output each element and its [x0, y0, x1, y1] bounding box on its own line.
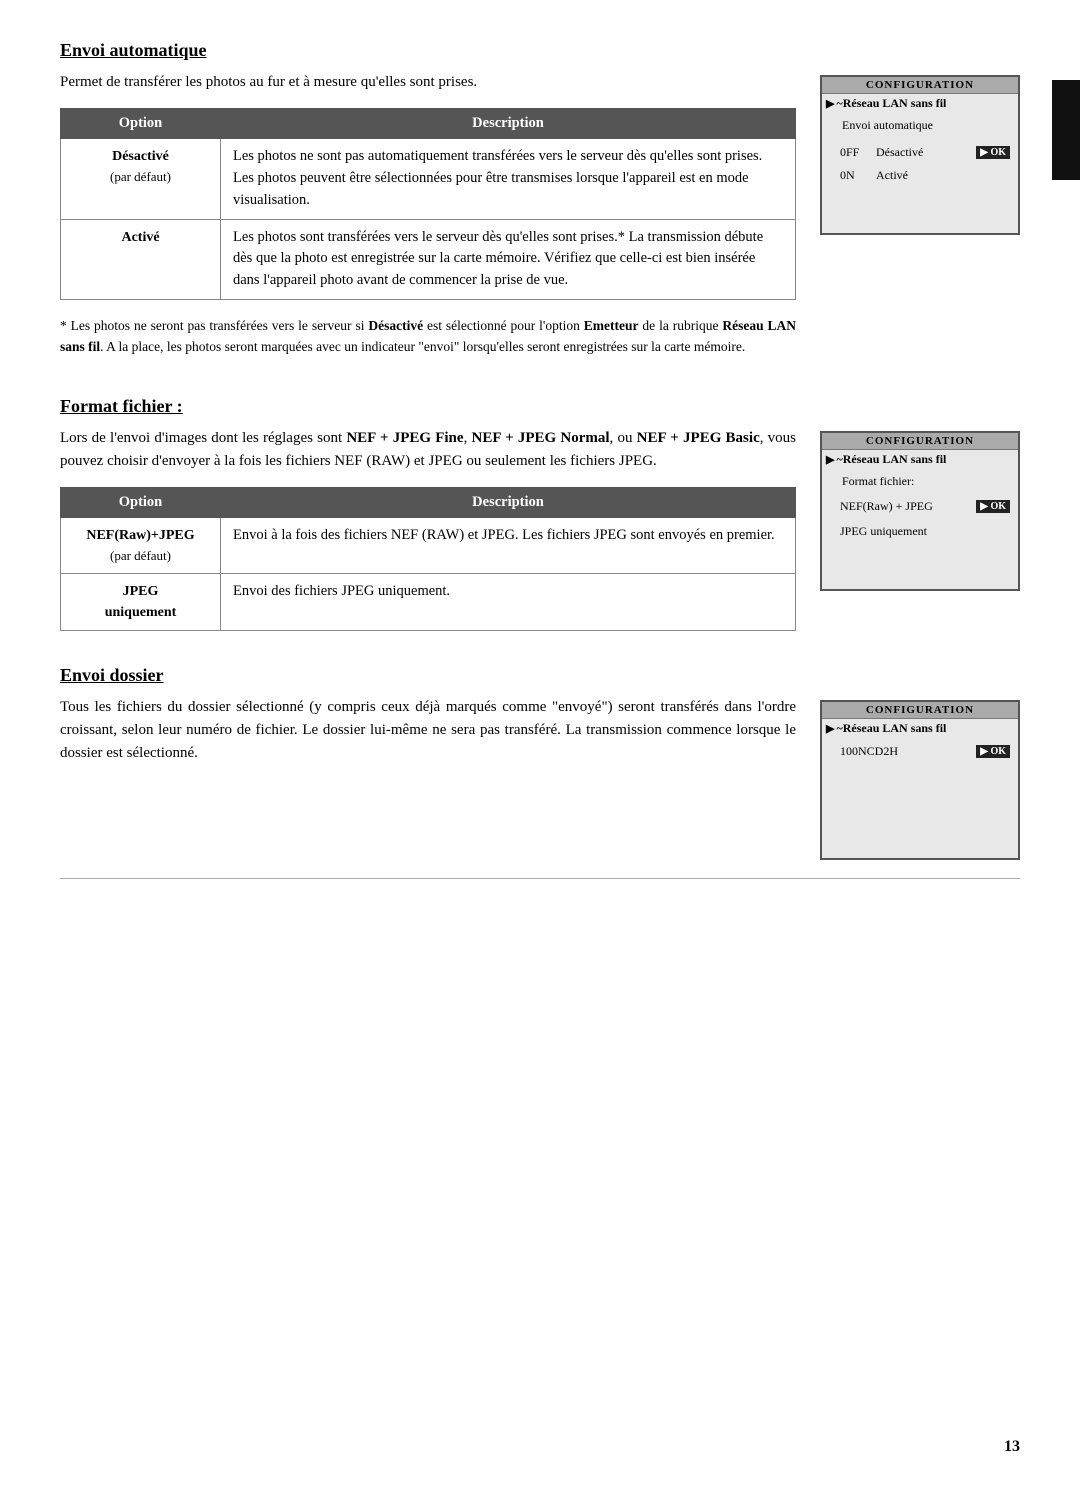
table-header-description-2: Description: [221, 488, 796, 518]
cs-option-on: 0N Activé: [822, 166, 1018, 185]
cs-wifi-2: ▶ ~Réseau LAN sans fil: [822, 450, 1018, 469]
section-envoi-automatique: Envoi automatique Permet de transférer l…: [60, 40, 1020, 378]
dossier-intro-text: Tous les fichiers du dossier sélectionné…: [60, 696, 796, 766]
section-envoi-dossier: Envoi dossier Tous les fichiers du dossi…: [60, 665, 1020, 860]
cs-title-1: Configuration: [822, 77, 1018, 94]
cs-menu-label-2: Format fichier:: [822, 469, 1018, 493]
cs-wifi-3: ▶ ~Réseau LAN sans fil: [822, 719, 1018, 738]
cs-ok-badge-2: ▶ OK: [976, 500, 1010, 513]
cs-wifi-1: ▶ ~Réseau LAN sans fil: [822, 94, 1018, 113]
table-header-description: Description: [221, 109, 796, 139]
section-text-envoi-auto: Permet de transférer les photos au fur e…: [60, 71, 796, 378]
cs-value-nef: NEF(Raw) + JPEG: [840, 499, 972, 514]
page-number: 13: [1004, 1438, 1020, 1456]
cs-ok-badge-3: ▶ OK: [976, 745, 1010, 758]
cs-arrow-icon-2: ▶: [826, 453, 834, 466]
camera-screen-format: Configuration ▶ ~Réseau LAN sans fil For…: [820, 427, 1020, 591]
cs-value-jpeg: JPEG uniquement: [840, 524, 1010, 539]
section-title-format: Format fichier :: [60, 396, 1020, 417]
camera-display-3: Configuration ▶ ~Réseau LAN sans fil 100…: [820, 700, 1020, 860]
cs-value-active: Activé: [876, 168, 1010, 183]
cs-title-2: Configuration: [822, 433, 1018, 450]
cs-wifi-label-3: ~Réseau LAN sans fil: [836, 721, 946, 736]
cs-title-3: Configuration: [822, 702, 1018, 719]
description-active: Les photos sont transférées vers le serv…: [221, 219, 796, 299]
description-nef-jpeg: Envoi à la fois des fichiers NEF (RAW) e…: [221, 518, 796, 574]
envoi-auto-intro-text: Permet de transférer les photos au fur e…: [60, 71, 796, 94]
description-jpeg-only: Envoi des fichiers JPEG uniquement.: [221, 573, 796, 630]
cs-option-jpeg-only-screen: JPEG uniquement: [822, 522, 1018, 541]
side-tab: [1052, 80, 1080, 180]
option-nef-jpeg: NEF(Raw)+JPEG (par défaut): [61, 518, 221, 574]
section-title-envoi-auto: Envoi automatique: [60, 40, 1020, 61]
cs-option-nef-raw: NEF(Raw) + JPEG ▶ OK: [822, 497, 1018, 516]
camera-screen-envoi-auto: Configuration ▶ ~Réseau LAN sans fil Env…: [820, 71, 1020, 235]
camera-screen-dossier: Configuration ▶ ~Réseau LAN sans fil 100…: [820, 696, 1020, 860]
section-text-format: Lors de l'envoi d'images dont les réglag…: [60, 427, 796, 647]
table-row: NEF(Raw)+JPEG (par défaut) Envoi à la fo…: [61, 518, 796, 574]
cs-key-on: 0N: [840, 168, 876, 183]
cs-menu-label-1: Envoi automatique: [822, 113, 1018, 137]
cs-value-desactive: Désactivé: [876, 145, 972, 160]
cs-wifi-label-2: ~Réseau LAN sans fil: [836, 452, 946, 467]
table-header-option: Option: [61, 109, 221, 139]
option-active: Activé: [61, 219, 221, 299]
cs-value-dossier: 100NCD2H: [840, 744, 972, 759]
footnote-envoi-auto: * Les photos ne seront pas transférées v…: [60, 316, 796, 358]
table-row: Désactivé (par défaut) Les photos ne son…: [61, 139, 796, 219]
description-desactive: Les photos ne sont pas automatiquement t…: [221, 139, 796, 219]
section-text-dossier: Tous les fichiers du dossier sélectionné…: [60, 696, 796, 780]
bottom-divider: [60, 878, 1020, 879]
table-header-option-2: Option: [61, 488, 221, 518]
camera-display-1: Configuration ▶ ~Réseau LAN sans fil Env…: [820, 75, 1020, 235]
cs-key-off: 0FF: [840, 145, 876, 160]
cs-wifi-label-1: ~Réseau LAN sans fil: [836, 96, 946, 111]
envoi-auto-table: Option Description Désactivé (par défaut…: [60, 108, 796, 300]
table-row: Activé Les photos sont transférées vers …: [61, 219, 796, 299]
table-row: JPEGuniquement Envoi des fichiers JPEG u…: [61, 573, 796, 630]
cs-arrow-icon-3: ▶: [826, 722, 834, 735]
format-table: Option Description NEF(Raw)+JPEG (par dé…: [60, 487, 796, 631]
format-intro-text: Lors de l'envoi d'images dont les réglag…: [60, 427, 796, 474]
cs-option-off: 0FF Désactivé ▶ OK: [822, 143, 1018, 162]
option-jpeg-only: JPEGuniquement: [61, 573, 221, 630]
section-title-dossier: Envoi dossier: [60, 665, 1020, 686]
cs-option-dossier-100: 100NCD2H ▶ OK: [822, 742, 1018, 761]
cs-arrow-icon-1: ▶: [826, 97, 834, 110]
option-desactive: Désactivé (par défaut): [61, 139, 221, 219]
section-format-fichier: Format fichier : Lors de l'envoi d'image…: [60, 396, 1020, 647]
camera-display-2: Configuration ▶ ~Réseau LAN sans fil For…: [820, 431, 1020, 591]
cs-ok-badge-1: ▶ OK: [976, 146, 1010, 159]
